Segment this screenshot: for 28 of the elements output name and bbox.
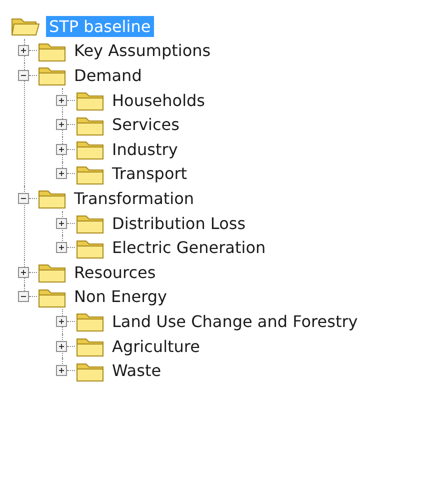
expander-icon[interactable] — [56, 94, 67, 106]
expander-icon[interactable] — [18, 192, 29, 204]
expander-icon[interactable] — [56, 168, 67, 180]
tree-item[interactable]: Distribution Loss — [109, 212, 249, 234]
expander-icon[interactable] — [18, 291, 29, 302]
expander-icon[interactable] — [56, 316, 67, 327]
tree-item[interactable]: Industry — [109, 138, 181, 160]
expander-icon[interactable] — [56, 119, 67, 130]
expander-icon[interactable] — [56, 144, 67, 155]
tree-item[interactable]: Non Energy — [71, 286, 170, 308]
expander-icon[interactable] — [56, 365, 67, 376]
expander-icon[interactable] — [18, 266, 29, 278]
expander-icon[interactable] — [56, 340, 67, 352]
tree-item[interactable]: Key Assumptions — [71, 40, 214, 62]
expander-icon[interactable] — [56, 218, 67, 229]
expander-icon[interactable] — [18, 70, 29, 81]
tree-item[interactable]: Resources — [71, 262, 159, 283]
tree-item[interactable]: Transport — [109, 163, 190, 184]
tree-item[interactable]: Agriculture — [109, 336, 203, 357]
tree-item[interactable]: Transformation — [71, 188, 198, 209]
tree-item[interactable]: Households — [109, 90, 208, 111]
expander-icon[interactable] — [56, 242, 67, 254]
tree-item[interactable]: Waste — [109, 360, 164, 382]
expander-icon[interactable] — [18, 45, 29, 56]
tree-item[interactable]: Demand — [71, 64, 145, 86]
tree-item[interactable]: Electric Generation — [109, 237, 269, 258]
tree-item[interactable]: Services — [109, 114, 182, 136]
tree-item[interactable]: Land Use Change and Forestry — [109, 310, 361, 332]
